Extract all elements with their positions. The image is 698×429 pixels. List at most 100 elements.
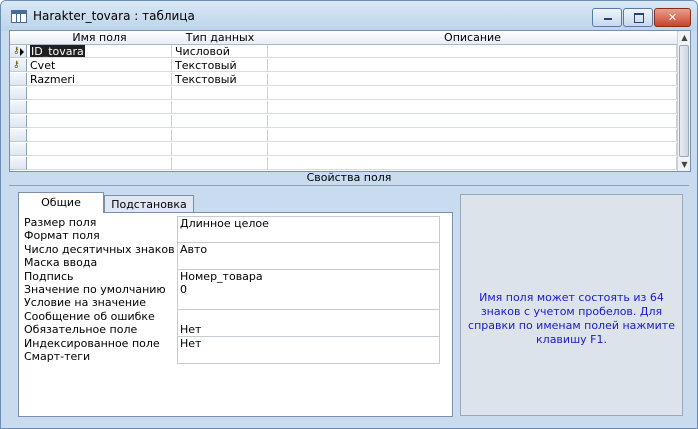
property-label[interactable]: Смарт-теги: [22, 350, 177, 364]
property-row: Смарт-теги: [22, 350, 440, 364]
scroll-down-icon[interactable]: ▼: [678, 158, 690, 171]
scroll-up-icon[interactable]: ▲: [678, 31, 690, 44]
tab-general[interactable]: Общие: [18, 192, 104, 213]
close-button[interactable]: ✕: [654, 8, 691, 27]
property-row: Условие на значение: [22, 296, 440, 311]
property-row: Значение по умолчанию 0: [22, 283, 440, 297]
data-type-cell[interactable]: [172, 87, 268, 100]
description-cell[interactable]: [268, 45, 677, 58]
property-value-field[interactable]: Номер_товара: [177, 269, 440, 284]
data-type-cell[interactable]: Текстовый: [172, 59, 268, 72]
property-row: Число десятичных знаков Авто: [22, 242, 440, 257]
field-grid: Имя поля Тип данных Описание ⚷ ID_tovara Ч…: [9, 30, 691, 172]
data-type-cell[interactable]: [172, 115, 268, 128]
property-label[interactable]: Маска ввода: [22, 256, 177, 270]
close-icon: ✕: [667, 11, 678, 24]
data-type-cell[interactable]: [172, 157, 268, 170]
property-label[interactable]: Сообщение об ошибке: [22, 310, 177, 324]
table-row[interactable]: ⚷ ID_tovara Числовой: [10, 45, 677, 58]
property-label[interactable]: Значение по умолчанию: [22, 283, 177, 297]
scroll-thumb[interactable]: [679, 45, 689, 157]
table-row[interactable]: [10, 143, 677, 156]
field-properties-area: Общие Подстановка Размер поля Длинное цел…: [9, 185, 689, 419]
property-label[interactable]: Условие на значение: [22, 296, 177, 310]
row-selector[interactable]: [10, 101, 27, 114]
data-type-cell-text: Числовой: [175, 45, 230, 58]
maximize-icon: [634, 13, 644, 23]
column-header-description[interactable]: Описание: [268, 31, 678, 45]
table-row[interactable]: Razmeri Текстовый: [10, 73, 677, 86]
description-cell[interactable]: [268, 143, 677, 156]
property-label[interactable]: Формат поля: [22, 229, 177, 243]
table-row[interactable]: [10, 157, 677, 170]
property-value-field[interactable]: Длинное целое: [177, 216, 440, 230]
field-name-cell[interactable]: Cvet: [27, 59, 172, 72]
table-row[interactable]: [10, 87, 677, 100]
data-type-cell-text: Текстовый: [175, 59, 237, 72]
column-header-data-type[interactable]: Тип данных: [172, 31, 269, 45]
table-row[interactable]: [10, 129, 677, 142]
row-selector-header: [10, 31, 28, 45]
property-label[interactable]: Число десятичных знаков: [22, 243, 177, 257]
property-label[interactable]: Обязательное поле: [22, 323, 177, 337]
property-row: Индексированное поле Нет: [22, 336, 440, 351]
field-name-cell-text: ID_tovara: [30, 45, 85, 58]
property-label[interactable]: Размер поля: [22, 216, 177, 230]
description-cell[interactable]: [268, 129, 677, 142]
row-selector[interactable]: [10, 73, 27, 86]
data-type-cell[interactable]: Числовой: [172, 45, 268, 58]
row-selector[interactable]: [10, 87, 27, 100]
property-value-field[interactable]: [177, 309, 440, 324]
field-name-cell[interactable]: [27, 115, 172, 128]
data-type-cell[interactable]: [172, 101, 268, 114]
maximize-button[interactable]: [623, 8, 653, 27]
property-value-field[interactable]: [177, 350, 440, 364]
property-value-field[interactable]: Нет: [177, 323, 440, 338]
description-cell[interactable]: [268, 73, 677, 86]
field-name-cell-text: Cvet: [30, 59, 56, 72]
row-selector[interactable]: [10, 157, 27, 170]
data-type-cell[interactable]: [172, 143, 268, 156]
property-row: Подпись Номер_товара: [22, 269, 440, 284]
field-name-cell[interactable]: [27, 157, 172, 170]
field-name-cell[interactable]: [27, 101, 172, 114]
property-value-field[interactable]: [177, 296, 440, 311]
current-row-arrow-icon: [20, 48, 24, 56]
field-name-cell[interactable]: Razmeri: [27, 73, 172, 86]
property-value-field[interactable]: [177, 229, 440, 244]
table-row[interactable]: ⚷ Cvet Текстовый: [10, 59, 677, 72]
field-name-cell[interactable]: [27, 143, 172, 156]
description-cell[interactable]: [268, 115, 677, 128]
description-cell[interactable]: [268, 59, 677, 72]
tab-lookup[interactable]: Подстановка: [104, 195, 194, 212]
minimize-button[interactable]: [592, 8, 622, 27]
description-cell[interactable]: [268, 157, 677, 170]
row-selector[interactable]: [10, 143, 27, 156]
description-cell[interactable]: [268, 101, 677, 114]
window-title: Harakter_tovara : таблица: [33, 9, 195, 23]
field-name-cell[interactable]: [27, 87, 172, 100]
vertical-scrollbar[interactable]: ▲ ▼: [677, 31, 690, 171]
field-name-cell[interactable]: ID_tovara: [27, 45, 172, 58]
primary-key-icon: ⚷: [13, 46, 20, 56]
table-row[interactable]: [10, 115, 677, 128]
property-value-field[interactable]: Нет: [177, 336, 440, 351]
row-selector[interactable]: [10, 115, 27, 128]
description-cell[interactable]: [268, 87, 677, 100]
data-type-cell[interactable]: [172, 129, 268, 142]
title-bar[interactable]: Harakter_tovara : таблица ✕: [1, 1, 697, 31]
data-type-cell[interactable]: Текстовый: [172, 73, 268, 86]
property-label[interactable]: Подпись: [22, 270, 177, 284]
property-row: Сообщение об ошибке: [22, 309, 440, 324]
property-value-field[interactable]: 0: [177, 283, 440, 297]
column-header-field-name[interactable]: Имя поля: [27, 31, 173, 45]
property-value-field[interactable]: Авто: [177, 242, 440, 257]
row-selector[interactable]: ⚷: [10, 59, 27, 72]
table-row[interactable]: [10, 101, 677, 114]
row-selector[interactable]: [10, 129, 27, 142]
row-selector[interactable]: ⚷: [10, 45, 27, 58]
property-label[interactable]: Индексированное поле: [22, 337, 177, 351]
property-value-field[interactable]: [177, 256, 440, 271]
field-properties-title: Свойства поля: [306, 171, 392, 184]
field-name-cell[interactable]: [27, 129, 172, 142]
